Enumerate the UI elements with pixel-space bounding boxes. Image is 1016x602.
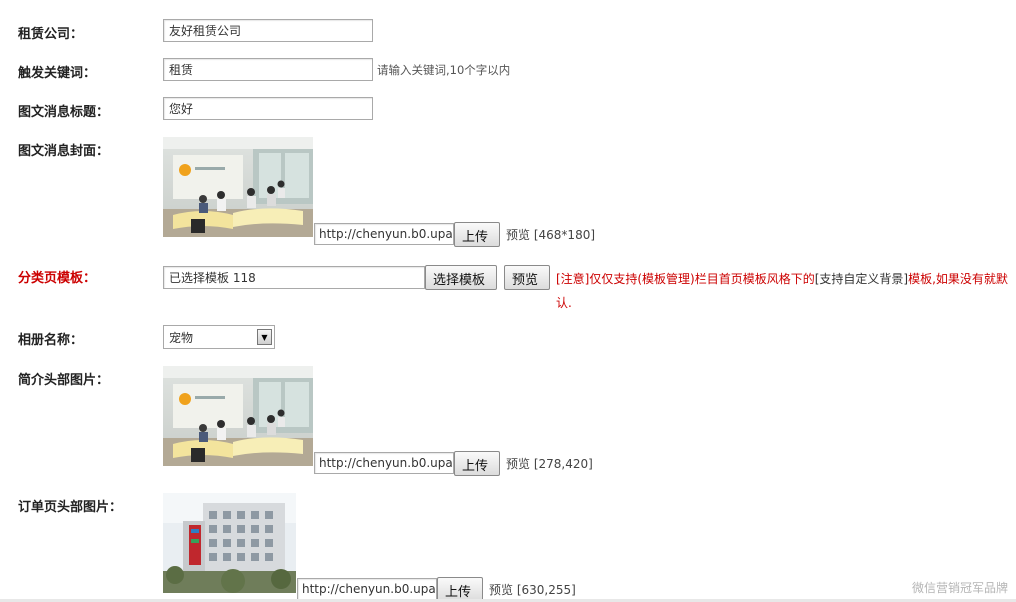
note-part-a: [注意]仅仅支持(模板管理)栏目首页模板风格下的 <box>556 272 815 286</box>
album-selected: 宠物 <box>169 331 194 345</box>
cover-size: [468*180] <box>533 228 596 242</box>
cover-label: 图文消息封面： <box>18 144 110 159</box>
order-header-preview-link[interactable]: 预览 [630,255] <box>489 581 576 598</box>
select-template-button[interactable]: 选择模板 <box>425 265 497 290</box>
cover-image <box>163 137 313 237</box>
cover-preview-text[interactable]: 预览 <box>506 228 530 242</box>
keyword-label: 触发关键词： <box>18 66 97 81</box>
order-header-label: 订单页头部图片： <box>18 500 123 515</box>
template-note: [注意]仅仅支持(模板管理)栏目首页模板风格下的[支持自定义背景]模板,如果没有… <box>556 267 1008 315</box>
cover-preview-link[interactable]: 预览 [468*180] <box>506 226 595 243</box>
order-header-size: [630,255] <box>516 583 576 597</box>
title-label: 图文消息标题： <box>18 105 110 120</box>
intro-header-label: 简介头部图片： <box>18 373 110 388</box>
intro-header-preview-text[interactable]: 预览 <box>506 457 530 471</box>
intro-header-preview-link[interactable]: 预览 [278,420] <box>506 455 593 472</box>
intro-header-url-input[interactable]: http://chenyun.b0.upaiyun <box>314 452 454 474</box>
cover-url-input[interactable]: http://chenyun.b0.upaiyun <box>314 223 454 245</box>
company-input[interactable]: 友好租赁公司 <box>163 19 373 42</box>
album-select[interactable]: 宠物 ▼ <box>163 325 275 349</box>
template-input[interactable]: 已选择模板 118 <box>163 266 425 289</box>
album-label: 相册名称： <box>18 333 84 348</box>
order-header-image <box>163 493 296 593</box>
chevron-down-icon[interactable]: ▼ <box>257 329 272 345</box>
order-header-preview-text[interactable]: 预览 <box>489 583 513 597</box>
watermark-text: 微信营销冠军品牌 <box>911 581 1008 595</box>
template-label: 分类页模板： <box>18 271 97 286</box>
intro-header-upload-button[interactable]: 上传 <box>454 451 500 476</box>
company-label: 租赁公司： <box>18 27 84 42</box>
keyword-input[interactable]: 租赁 <box>163 58 373 81</box>
intro-header-size: [278,420] <box>533 457 593 471</box>
order-header-url-input[interactable]: http://chenyun.b0.upaiyun <box>297 578 437 600</box>
title-input[interactable]: 您好 <box>163 97 373 120</box>
intro-header-image <box>163 366 313 466</box>
keyword-hint: 请输入关键词,10个字以内 <box>377 63 511 77</box>
note-part-b: [支持自定义背景] <box>814 272 909 286</box>
cover-upload-button[interactable]: 上传 <box>454 222 500 247</box>
template-preview-button[interactable]: 预览 <box>504 265 550 290</box>
